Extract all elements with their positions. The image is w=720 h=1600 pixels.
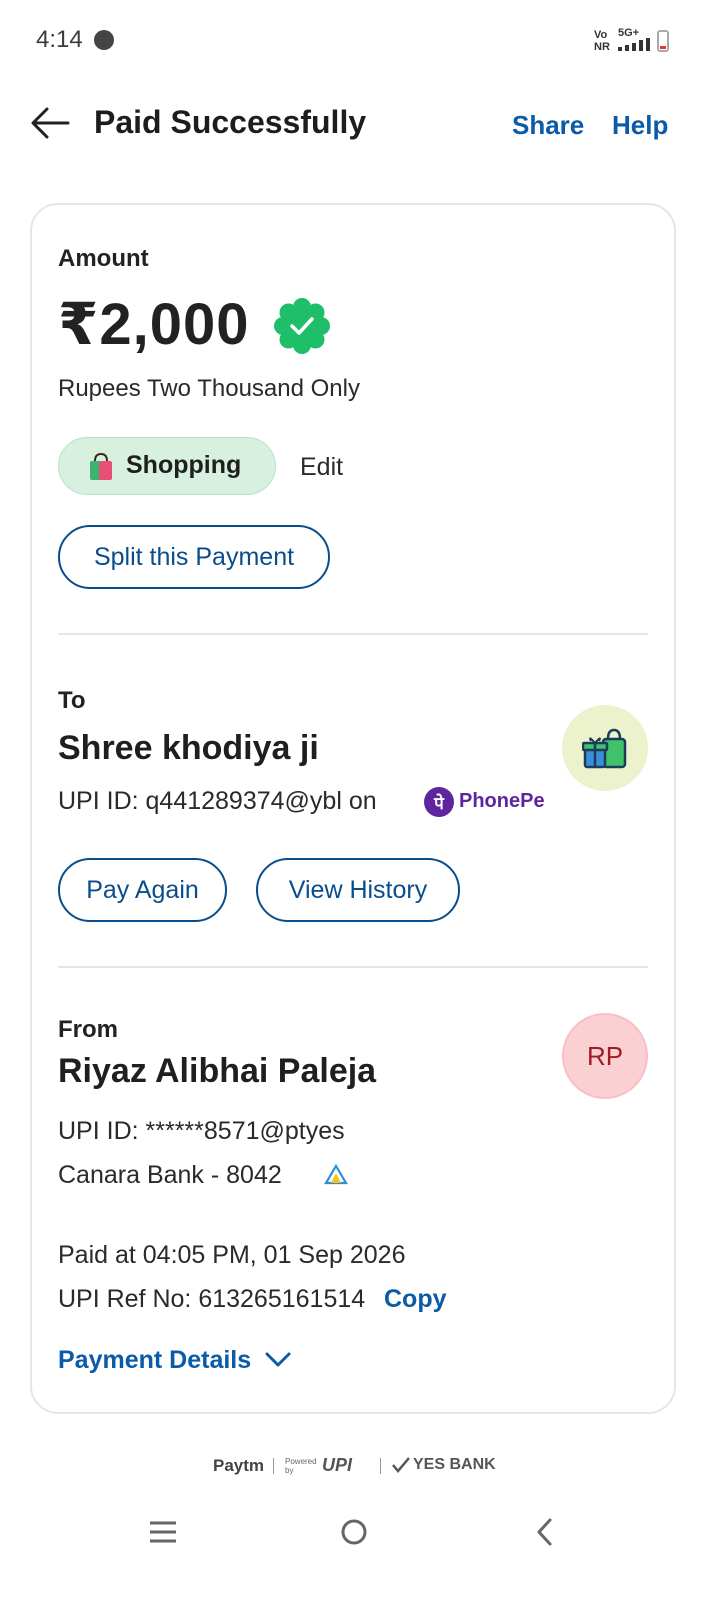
back-nav-icon[interactable] — [530, 1515, 560, 1549]
back-arrow-icon[interactable] — [30, 106, 72, 140]
page-title: Paid Successfully — [94, 104, 367, 140]
payer-bank: Canara Bank - 8042 — [58, 1161, 282, 1189]
amount-value: ₹2,000 — [58, 292, 250, 357]
paytm-logo: Paytm — [213, 1456, 265, 1475]
upi-ref-number: UPI Ref No: 613265161514 — [58, 1285, 366, 1313]
payer-name: Riyaz Alibhai Paleja — [58, 1052, 377, 1090]
payee-name: Shree khodiya ji — [58, 729, 319, 767]
view-history-button[interactable]: View History — [256, 858, 460, 922]
battery-icon — [657, 30, 669, 52]
paid-timestamp: Paid at 04:05 PM, 01 Sep 2026 — [58, 1241, 406, 1269]
home-nav-icon[interactable] — [339, 1515, 369, 1549]
menu-nav-icon[interactable] — [148, 1515, 178, 1549]
to-label: To — [58, 687, 86, 714]
powered-by-text: Powered by — [285, 1457, 317, 1475]
phonepe-name: PhonePe — [459, 790, 545, 812]
yes-bank-logo: YES BANK — [413, 1456, 496, 1473]
divider — [58, 633, 648, 635]
upi-logo: UPI — [322, 1455, 353, 1475]
divider — [58, 966, 648, 968]
share-button[interactable]: Share — [512, 110, 584, 141]
status-time: 4:14 — [36, 26, 83, 53]
category-label: Shopping — [126, 451, 242, 479]
chevron-down-icon[interactable] — [264, 1351, 292, 1369]
pay-again-button[interactable]: Pay Again — [58, 858, 227, 922]
notification-icon — [94, 30, 114, 50]
separator — [380, 1458, 381, 1474]
signal-icon — [618, 38, 650, 51]
gift-shopping-icon — [582, 728, 627, 769]
separator — [273, 1458, 274, 1474]
network-type-bottom: NR — [594, 41, 610, 53]
shopping-bag-icon — [90, 452, 112, 480]
network-type-top: Vo — [594, 29, 608, 41]
amount-label: Amount — [58, 245, 149, 272]
from-label: From — [58, 1016, 118, 1043]
payee-upi-id: UPI ID: q441289374@ybl on — [58, 787, 377, 815]
edit-category-button[interactable]: Edit — [300, 453, 343, 482]
payer-upi-id: UPI ID: ******8571@ptyes — [58, 1117, 345, 1145]
checkmark-icon — [392, 1457, 410, 1473]
copy-ref-button[interactable]: Copy — [384, 1285, 447, 1314]
help-button[interactable]: Help — [612, 110, 668, 141]
amount-in-words: Rupees Two Thousand Only — [58, 375, 360, 402]
payment-details-toggle[interactable]: Payment Details — [58, 1346, 251, 1375]
payer-avatar: RP — [562, 1013, 648, 1099]
split-payment-button[interactable]: Split this Payment — [58, 525, 330, 589]
phonepe-logo-icon: पे — [424, 787, 454, 817]
verified-badge-icon — [274, 298, 330, 354]
canara-bank-logo-icon — [324, 1164, 348, 1185]
